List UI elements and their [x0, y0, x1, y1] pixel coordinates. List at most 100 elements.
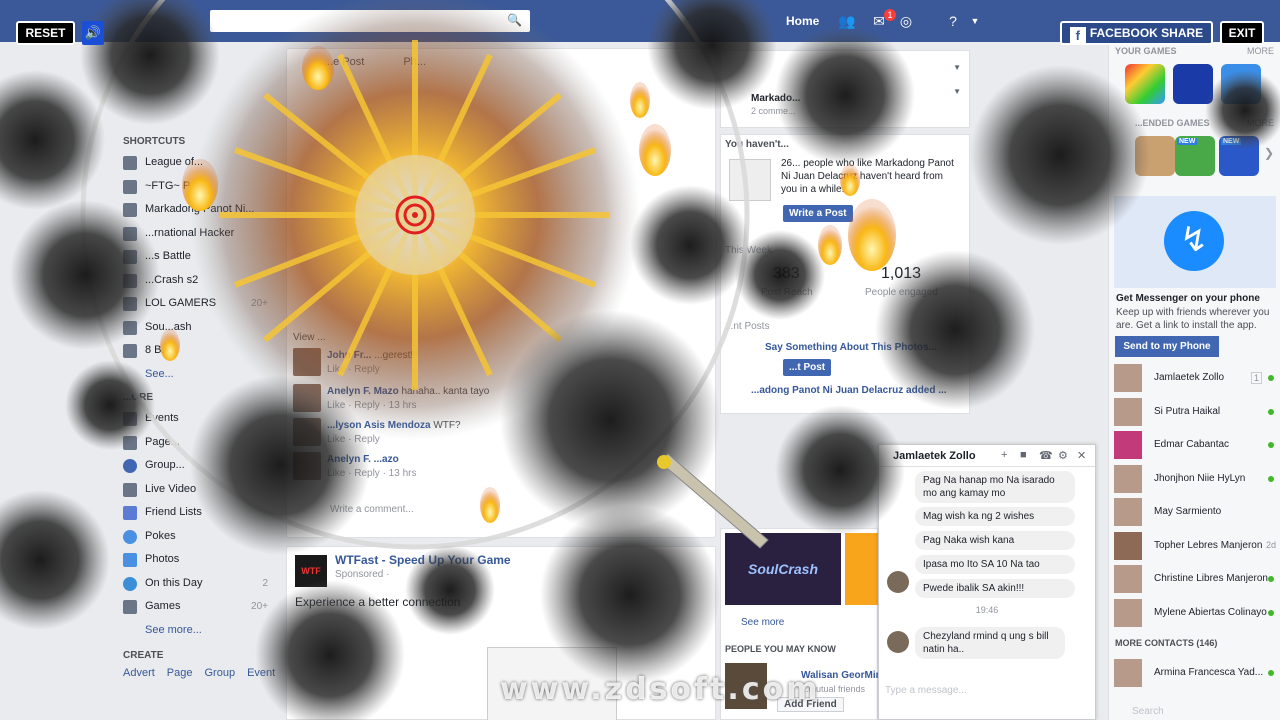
shortcut-item[interactable]: Markadong Panot Ni...	[118, 198, 278, 222]
explore-see-more-link[interactable]: See more...	[118, 619, 278, 643]
explore-item-groups[interactable]: Group...	[118, 454, 278, 478]
explore-item-photos[interactable]: Photos	[118, 548, 278, 572]
contact-item[interactable]: Mylene Abiertas Colinayo	[1114, 599, 1276, 629]
chevron-down-icon[interactable]: ▼	[953, 63, 961, 72]
wtfast-logo[interactable]: WTF	[295, 555, 327, 587]
shortcut-item[interactable]: ~FTG~ P...	[118, 175, 278, 199]
speaker-icon[interactable]: 🔊	[82, 21, 104, 45]
contact-item[interactable]: Si Putra Haikal	[1114, 398, 1276, 428]
recent-post-title[interactable]: Say Something About This Photos...	[765, 342, 937, 353]
zuma-game-icon[interactable]	[1173, 64, 1213, 104]
boost-post-button[interactable]: ...t Post	[783, 359, 832, 376]
contact-item[interactable]: Edmar Cabantac	[1114, 431, 1276, 461]
explore-item-events[interactable]: Events	[118, 407, 278, 431]
explore-item-on-this-day[interactable]: On this Day 2	[118, 572, 278, 596]
comment-meta[interactable]: Like · Reply	[327, 364, 380, 375]
account-menu-chevron-icon[interactable]: ▼	[966, 12, 984, 30]
friend-requests-icon[interactable]: 👥	[838, 12, 856, 30]
search-icon[interactable]: 🔍	[507, 13, 522, 27]
explore-item-live-video[interactable]: Live Video	[118, 478, 278, 502]
contact-item[interactable]: Jamlaetek Zollo 1	[1114, 364, 1276, 394]
contacts-search-input[interactable]: Search	[1132, 706, 1164, 717]
shortcut-item[interactable]: ...s Battle	[118, 245, 278, 269]
create-advert-link[interactable]: Advert	[123, 667, 155, 679]
video-call-icon[interactable]: ■	[1020, 449, 1027, 461]
shortcut-item[interactable]: LOL GAMERS 20+	[118, 292, 278, 316]
gear-icon[interactable]: ⚙	[1058, 449, 1068, 462]
home-link[interactable]: Home	[786, 14, 819, 28]
contact-item[interactable]: Armina Francesca Yad...	[1114, 659, 1276, 689]
avatar	[1114, 659, 1142, 687]
add-person-icon[interactable]: +	[1001, 449, 1007, 461]
chevron-right-icon[interactable]: ❯	[1264, 146, 1274, 160]
create-page-link[interactable]: Page	[167, 667, 193, 679]
recent-post-added[interactable]: ...adong Panot Ni Juan Delacruz added ..…	[751, 385, 947, 396]
your-games-heading: YOUR GAMES	[1115, 46, 1177, 56]
chat-message-input[interactable]: Type a message...	[885, 685, 967, 696]
create-group-link[interactable]: Group	[205, 667, 236, 679]
send-to-my-phone-button[interactable]: Send to my Phone	[1115, 336, 1219, 357]
chat-contact-name[interactable]: Jamlaetek Zollo	[893, 450, 976, 462]
shortcut-item[interactable]: ...rnational Hacker	[118, 222, 278, 246]
comment-text: WTF?	[433, 420, 461, 431]
recommended-game-icon[interactable]: NEW	[1175, 136, 1215, 176]
game-stage[interactable]: { "game": { "reset_label": "RESET", "sha…	[0, 0, 1280, 720]
explore-item-pages[interactable]: Page...	[118, 431, 278, 455]
shortcut-item[interactable]: 8 B...	[118, 339, 278, 363]
chat-header[interactable]: Jamlaetek Zollo + ■ ☎ ⚙ ✕	[879, 445, 1095, 467]
avatar[interactable]	[293, 384, 321, 412]
reset-button[interactable]: RESET	[16, 21, 75, 45]
game-ad-second-banner[interactable]	[845, 533, 879, 605]
shortcut-item[interactable]: ...Crash s2	[118, 269, 278, 293]
comment-author[interactable]: John Fr...	[327, 350, 371, 361]
poke-icon	[123, 529, 137, 544]
explore-item-pokes[interactable]: Pokes	[118, 525, 278, 549]
comment-author[interactable]: Anelyn F. ...azo	[327, 454, 399, 465]
globe-icon[interactable]: ◎	[897, 12, 915, 30]
explore-item-games[interactable]: Games 20+	[118, 595, 278, 619]
create-event-link[interactable]: Event	[247, 667, 275, 679]
contact-item[interactable]: Christine Libres Manjeron	[1114, 565, 1276, 595]
comment-meta[interactable]: Like · Reply · 13 hrs	[327, 468, 416, 479]
help-icon[interactable]: ?	[944, 12, 962, 30]
shortcut-item[interactable]: Sou...ash	[118, 316, 278, 340]
contact-item[interactable]: Jhonjhon Niie HyLyn	[1114, 465, 1276, 495]
write-a-post-button[interactable]: Write a Post	[783, 205, 853, 222]
slither-game-icon[interactable]	[1221, 64, 1261, 104]
avatar[interactable]	[293, 418, 321, 446]
your-games-more-link[interactable]: MORE	[1247, 46, 1274, 56]
facebook-share-button[interactable]: f FACEBOOK SHARE	[1060, 21, 1213, 45]
comments-link[interactable]: 2 comme...	[751, 106, 796, 116]
comment-meta[interactable]: Like · Reply · 13 hrs	[327, 400, 416, 411]
soulcrash-banner[interactable]: SoulCrash	[725, 533, 841, 605]
photo-tab[interactable]: Ph...	[403, 56, 426, 68]
avatar[interactable]	[293, 452, 321, 480]
shortcuts-see-more-link[interactable]: See...	[118, 363, 278, 387]
comment-meta[interactable]: Like · Reply	[327, 434, 380, 445]
see-more-link[interactable]: See more	[741, 617, 784, 628]
comment-author[interactable]: ...lyson Asis Mendoza	[327, 420, 431, 431]
explore-label: On this Day	[145, 576, 203, 589]
recommended-game-icon[interactable]	[1135, 136, 1175, 176]
create-post-tab[interactable]: ...e Post	[324, 56, 364, 68]
close-icon[interactable]: ✕	[1077, 449, 1086, 462]
page-name[interactable]: Markado...	[751, 93, 800, 104]
recommended-games-more-link[interactable]: MORE	[1247, 118, 1274, 128]
see-more-label: See...	[145, 367, 174, 380]
explore-item-friend-lists[interactable]: Friend Lists	[118, 501, 278, 525]
ad-title-link[interactable]: WTFast - Speed Up Your Game	[335, 553, 511, 567]
tetris-game-icon[interactable]	[1125, 64, 1165, 104]
video-camera-icon	[123, 482, 137, 497]
comment-author[interactable]: Anelyn F. Mazo	[327, 386, 399, 397]
chevron-down-icon[interactable]: ▼	[953, 87, 961, 96]
contact-item[interactable]: Topher Lebres Manjeron 2d	[1114, 532, 1276, 562]
slots-game-icon[interactable]: NEW	[1219, 136, 1259, 176]
facebook-search-input[interactable]: 🔍	[210, 10, 530, 32]
contact-item[interactable]: May Sarmiento	[1114, 498, 1276, 528]
page-avatar[interactable]	[729, 159, 771, 201]
avatar[interactable]	[293, 348, 321, 376]
phone-icon[interactable]: ☎	[1039, 449, 1053, 462]
exit-button[interactable]: EXIT	[1220, 21, 1264, 45]
shortcut-item[interactable]: League of...	[118, 151, 278, 175]
contact-name: May Sarmiento	[1154, 506, 1222, 517]
